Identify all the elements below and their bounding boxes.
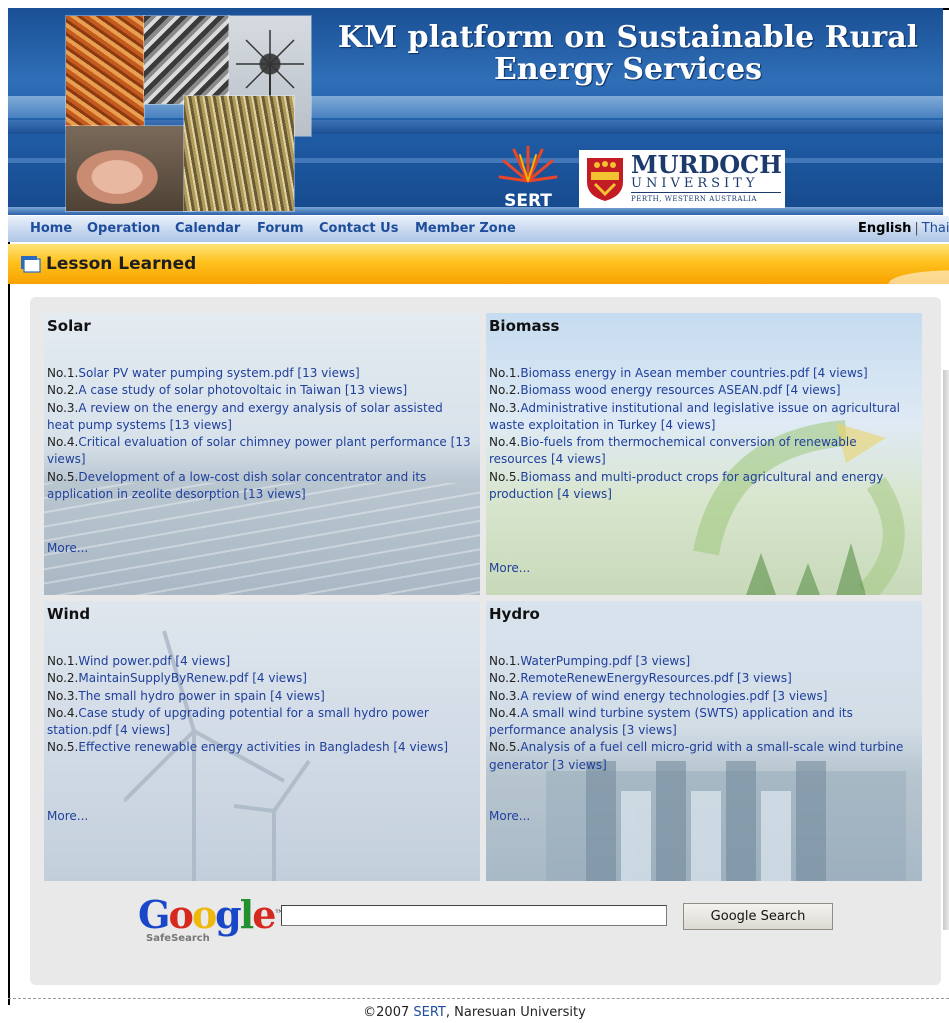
- site-title: KM platform on Sustainable Rural Energy …: [337, 20, 919, 87]
- footer-divider: [8, 998, 949, 999]
- scrollbar-track[interactable]: [943, 370, 949, 930]
- list-item: No.5.Analysis of a fuel cell micro-grid …: [489, 740, 904, 772]
- list-item: No.1.Wind power.pdf [4 views]: [47, 654, 231, 668]
- lesson-link[interactable]: WaterPumping.pdf: [520, 654, 631, 668]
- lesson-link[interactable]: The small hydro power in spain: [78, 689, 266, 703]
- lesson-list: No.1.Biomass energy in Asean member coun…: [489, 365, 914, 503]
- lesson-link[interactable]: Development of a low-cost dish solar con…: [47, 470, 426, 501]
- corn-photo: [184, 96, 294, 211]
- solar-panel-photo: [144, 16, 229, 104]
- category-title: Hydro: [489, 605, 540, 623]
- list-item: No.1.Solar PV water pumping system.pdf […: [47, 366, 360, 380]
- lang-english[interactable]: English: [858, 221, 911, 236]
- category-solar: Solar No.1.Solar PV water pumping system…: [44, 313, 480, 595]
- category-title: Biomass: [489, 317, 560, 335]
- section-header: Lesson Learned: [8, 244, 949, 284]
- hydro-dam-graphic: [546, 761, 906, 881]
- footer-sert-link[interactable]: SERT: [413, 1005, 446, 1020]
- nav-contact-us[interactable]: Contact Us: [319, 221, 398, 236]
- lesson-link[interactable]: A case study of solar photovoltaic in Ta…: [78, 383, 341, 397]
- pigs-photo: [66, 126, 194, 211]
- category-biomass: Biomass No.1.Biomass energy in Asean mem…: [486, 313, 922, 595]
- nav-member-zone[interactable]: Member Zone: [415, 221, 516, 236]
- sert-sun-icon: [498, 145, 558, 183]
- lesson-link[interactable]: Bio-fuels from thermochemical conversion…: [489, 435, 857, 466]
- lesson-link[interactable]: Case study of upgrading potential for a …: [47, 706, 429, 737]
- more-hydro-link[interactable]: More...: [489, 809, 530, 823]
- site-banner: KM platform on Sustainable Rural Energy …: [8, 8, 943, 215]
- lesson-link[interactable]: RemoteRenewEnergyResources.pdf: [520, 671, 733, 685]
- list-item: No.2.RemoteRenewEnergyResources.pdf [3 v…: [489, 671, 792, 686]
- list-item: No.4.Case study of upgrading potential f…: [47, 705, 429, 738]
- list-item: No.5.Effective renewable energy activiti…: [47, 740, 449, 755]
- murdoch-university-logo: MURDOCH UNIVERSITY PERTH, WESTERN AUSTRA…: [579, 150, 785, 208]
- safesearch-label: SafeSearch: [146, 933, 210, 944]
- google-search-box: Google™ SafeSearch Google Search: [138, 895, 838, 945]
- list-item: No.3.A review of wind energy technologie…: [489, 688, 828, 703]
- list-item: No.4.Bio-fuels from thermochemical conve…: [489, 435, 857, 467]
- list-item: No.1.WaterPumping.pdf [3 views]: [489, 654, 691, 668]
- more-solar-link[interactable]: More...: [47, 541, 88, 555]
- sert-logo: SERT: [498, 141, 558, 211]
- biomass-photo: [66, 16, 144, 126]
- lesson-list: No.1.Solar PV water pumping system.pdf […: [47, 365, 472, 503]
- category-title: Solar: [47, 317, 91, 335]
- list-item: No.1.Biomass energy in Asean member coun…: [489, 366, 868, 380]
- lang-thai[interactable]: Thai: [922, 221, 949, 236]
- lesson-link[interactable]: A review of wind energy technologies.pdf: [520, 689, 769, 703]
- lesson-link[interactable]: Biomass energy in Asean member countries…: [520, 366, 809, 380]
- nav-operation[interactable]: Operation: [87, 221, 160, 236]
- lesson-list: No.1.Wind power.pdf [4 views] No.2.Maint…: [47, 653, 472, 757]
- content-panel: Solar No.1.Solar PV water pumping system…: [30, 297, 941, 985]
- list-item: No.3.The small hydro power in spain [4 v…: [47, 688, 325, 703]
- language-switcher: English | Thai: [858, 221, 949, 236]
- lesson-link[interactable]: A review on the energy and exergy analys…: [47, 401, 443, 432]
- list-item: No.2.Biomass wood energy resources ASEAN…: [489, 383, 841, 398]
- more-wind-link[interactable]: More...: [47, 809, 88, 823]
- category-hydro: Hydro No.1.WaterPumping.pdf [3 views] No…: [486, 601, 922, 881]
- lesson-link[interactable]: Biomass and multi-product crops for agri…: [489, 470, 883, 501]
- lesson-link[interactable]: Effective renewable energy activities in…: [78, 740, 389, 754]
- more-biomass-link[interactable]: More...: [489, 561, 530, 575]
- energy-photo-collage: [66, 16, 311, 211]
- nav-calendar[interactable]: Calendar: [175, 221, 240, 236]
- category-title: Wind: [47, 605, 91, 623]
- list-item: No.2.MaintainSupplyByRenew.pdf [4 views]: [47, 671, 307, 686]
- list-item: No.3.Administrative institutional and le…: [489, 400, 901, 432]
- list-item: No.5.Development of a low-cost dish sola…: [47, 469, 427, 502]
- category-wind: Wind No.1.Wind power.pdf [4 views] No.2.…: [44, 601, 480, 881]
- lessons-grid: Solar No.1.Solar PV water pumping system…: [44, 313, 922, 881]
- list-item: No.5.Biomass and multi-product crops for…: [489, 469, 884, 502]
- list-item: No.4.Critical evaluation of solar chimne…: [47, 435, 471, 467]
- lesson-link[interactable]: Wind power.pdf: [78, 654, 171, 668]
- murdoch-crest-icon: [587, 158, 623, 201]
- lesson-link[interactable]: Solar PV water pumping system.pdf: [78, 366, 293, 380]
- lesson-link[interactable]: Critical evaluation of solar chimney pow…: [78, 435, 446, 449]
- lesson-link[interactable]: MaintainSupplyByRenew.pdf: [78, 671, 248, 685]
- window-icon: [21, 256, 41, 273]
- list-item: No.3.A review on the energy and exergy a…: [47, 400, 443, 432]
- google-search-input[interactable]: [281, 905, 667, 926]
- nav-home[interactable]: Home: [30, 221, 72, 236]
- section-title: Lesson Learned: [46, 254, 197, 274]
- lesson-list: No.1.WaterPumping.pdf [3 views] No.2.Rem…: [489, 653, 914, 774]
- nav-forum[interactable]: Forum: [257, 221, 304, 236]
- google-search-button[interactable]: Google Search: [683, 903, 833, 930]
- list-item: No.2.A case study of solar photovoltaic …: [47, 383, 408, 398]
- list-item: No.4.A small wind turbine system (SWTS) …: [489, 705, 853, 738]
- lesson-link[interactable]: Biomass wood energy resources ASEAN.pdf: [520, 383, 782, 397]
- main-nav: Home Operation Calendar Forum Contact Us…: [8, 215, 949, 242]
- footer: ©2007 SERT, Naresuan University: [363, 1005, 586, 1020]
